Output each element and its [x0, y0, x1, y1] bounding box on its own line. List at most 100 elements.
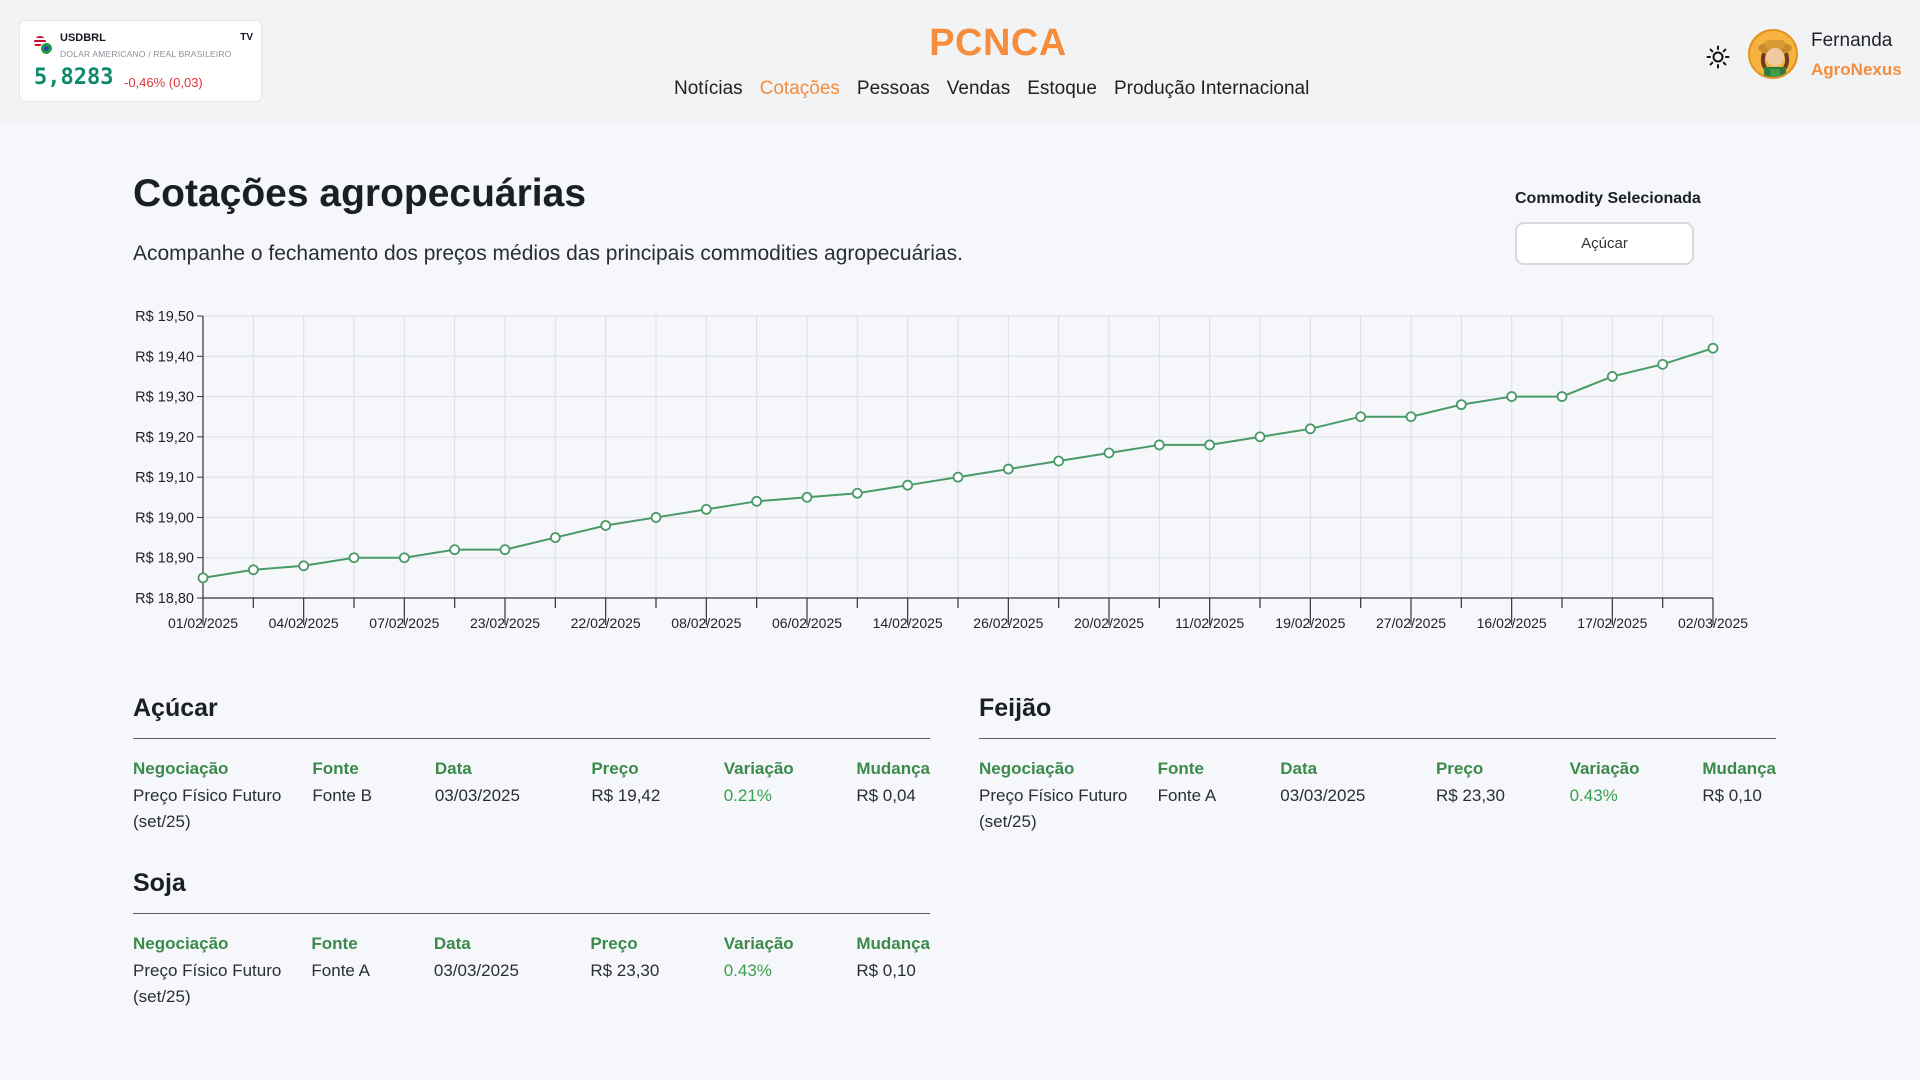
x-tick-label: 06/02/2025: [772, 615, 842, 631]
x-tick-label: 19/02/2025: [1275, 615, 1345, 631]
card-title: Soja: [133, 869, 186, 897]
y-tick-label: R$ 18,80: [135, 591, 194, 607]
y-tick-label: R$ 19,40: [135, 349, 194, 365]
x-tick-label: 27/02/2025: [1376, 615, 1446, 631]
cell-mudanca: R$ 0,04: [856, 786, 916, 805]
col-data: Data: [434, 759, 472, 778]
data-point: [600, 520, 612, 531]
data-point: [1002, 463, 1014, 475]
cell-negociacao: Preço Físico Futuro (set/25): [133, 786, 282, 831]
data-point: [1254, 431, 1266, 443]
cell-data: 03/03/2025: [434, 786, 520, 805]
cell-mudanca: R$ 0,10: [856, 961, 916, 980]
quote-table: Negociação Fonte Data Preço Variação Mud…: [133, 759, 930, 835]
y-tick-label: R$ 19,10: [135, 470, 194, 486]
card-divider: [133, 738, 930, 739]
col-fonte: Fonte: [312, 759, 359, 778]
table-row: Preço Físico Futuro (set/25) Fonte A 03/…: [979, 783, 1776, 835]
price-line-chart: R$ 19,50 R$ 19,40 R$ 19,30 R$ 19,20 R$ 19,10…: [135, 309, 1748, 631]
main-nav: Notícias Cotações Pessoas Vendas Estoque…: [674, 78, 1309, 100]
x-tick-label: 20/02/2025: [1074, 615, 1144, 631]
nav-cotacoes[interactable]: Cotações: [760, 78, 840, 100]
card-divider: [979, 738, 1776, 739]
quote-table: Negociação Fonte Data Preço Variação Mud…: [133, 934, 930, 1010]
data-point: [197, 572, 209, 584]
data-point: [348, 552, 360, 564]
y-tick-label: R$ 19,30: [135, 390, 194, 406]
cell-data: 03/03/2025: [433, 961, 519, 980]
commodity-selector-label: Commodity Selecionada: [1515, 190, 1701, 207]
cell-fonte: Fonte A: [311, 961, 371, 980]
user-name: Fernanda: [1811, 30, 1893, 51]
nav-producao-internacional[interactable]: Produção Internacional: [1114, 78, 1309, 100]
data-point: [1405, 411, 1417, 423]
user-organization: AgroNexus: [1811, 60, 1902, 79]
commodity-card-acucar: Açúcar Negociação Fonte Data Preço Varia…: [133, 694, 930, 835]
ticker-change: -0,46% (0,03): [124, 75, 203, 90]
commodity-card-soja: Soja Negociação Fonte Data Preço Variaçã…: [133, 869, 930, 1010]
y-tick-label: R$ 18,90: [135, 551, 194, 567]
data-point: [1506, 391, 1518, 402]
col-fonte: Fonte: [311, 934, 358, 953]
sun-icon[interactable]: [1706, 45, 1730, 69]
col-fonte: Fonte: [1157, 759, 1204, 778]
x-tick-label: 01/02/2025: [168, 615, 238, 631]
data-point: [650, 512, 662, 523]
data-point: [1204, 439, 1216, 451]
col-negociacao: Negociação: [979, 759, 1075, 778]
page-title: Cotações agropecuárias: [133, 172, 587, 215]
col-negociacao: Negociação: [133, 759, 229, 778]
x-tick-label: 04/02/2025: [269, 615, 339, 631]
data-point: [247, 564, 259, 576]
brand-logo[interactable]: PCNCA: [0, 22, 1920, 65]
nav-estoque[interactable]: Estoque: [1027, 78, 1097, 100]
cell-data: 03/03/2025: [1280, 786, 1366, 805]
col-mudanca: Mudança: [1702, 759, 1776, 778]
table-row: Preço Físico Futuro (set/25) Fonte B 03/…: [133, 783, 930, 835]
x-tick-label: 07/02/2025: [369, 615, 439, 631]
top-header: USDBRL DOLAR AMERICANO / REAL BRASILEIRO…: [0, 0, 1920, 123]
col-data: Data: [433, 934, 471, 953]
cell-negociacao: Preço Físico Futuro (set/25): [979, 786, 1128, 831]
cell-preco: R$ 19,42: [591, 786, 661, 805]
col-negociacao: Negociação: [133, 934, 229, 953]
col-data: Data: [1280, 759, 1318, 778]
cell-preco: R$ 23,30: [1435, 786, 1505, 805]
card-title: Feijão: [979, 694, 1052, 722]
cell-variacao: 0.43%: [723, 961, 772, 980]
data-point: [1355, 411, 1367, 423]
cell-mudanca: R$ 0,10: [1702, 786, 1762, 805]
data-point: [801, 491, 813, 503]
x-tick-label: 23/02/2025: [470, 615, 540, 631]
data-point: [1556, 391, 1568, 402]
data-point: [902, 479, 914, 491]
nav-vendas[interactable]: Vendas: [947, 78, 1010, 100]
commodity-selector[interactable]: Açúcar: [1515, 222, 1694, 265]
cell-variacao: 0.43%: [1569, 786, 1618, 805]
data-point: [1606, 371, 1618, 382]
col-variacao: Variação: [723, 759, 794, 778]
cell-negociacao: Preço Físico Futuro (set/25): [133, 961, 282, 1006]
x-tick-label: 17/02/2025: [1577, 615, 1647, 631]
x-tick-label: 08/02/2025: [671, 615, 741, 631]
user-avatar[interactable]: [1748, 29, 1798, 79]
data-point: [952, 471, 964, 483]
y-tick-label: R$ 19,50: [135, 309, 194, 325]
y-tick-label: R$ 19,20: [135, 430, 194, 446]
data-point: [1103, 447, 1115, 459]
quote-table: Negociação Fonte Data Preço Variação Mud…: [979, 759, 1776, 835]
nav-noticias[interactable]: Notícias: [674, 78, 743, 100]
data-point: [1053, 455, 1065, 467]
col-preco: Preço: [1435, 759, 1484, 778]
cell-preco: R$ 23,30: [590, 961, 660, 980]
data-point: [700, 503, 712, 515]
data-point: [549, 532, 561, 543]
commodity-card-feijao: Feijão Negociação Fonte Data Preço Varia…: [979, 694, 1776, 835]
col-variacao: Variação: [1569, 759, 1640, 778]
nav-pessoas[interactable]: Pessoas: [857, 78, 930, 100]
cell-fonte: Fonte A: [1157, 786, 1217, 805]
x-tick-label: 26/02/2025: [973, 615, 1043, 631]
farmer-avatar-icon: [1750, 31, 1796, 77]
x-tick-label: 02/03/2025: [1678, 615, 1748, 631]
data-point: [398, 552, 410, 564]
